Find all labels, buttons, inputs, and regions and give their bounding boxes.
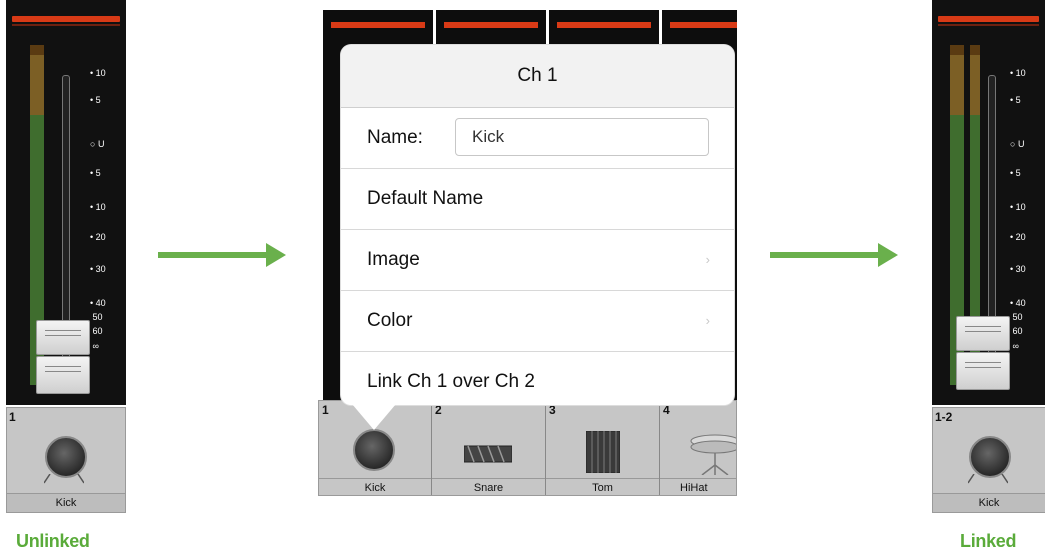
- color-menu-item[interactable]: Color ›: [341, 291, 734, 352]
- fader-handle[interactable]: [956, 316, 1010, 351]
- kick-drum-icon: [969, 436, 1011, 478]
- fader-handle[interactable]: [36, 320, 90, 355]
- channel-name: Kick: [933, 493, 1045, 512]
- channel-label-3[interactable]: 3 Tom: [546, 401, 660, 495]
- fader-scale: • 10 • 5 ○ U • 5 • 10 • 20 • 30 • 40 50 …: [1010, 68, 1026, 351]
- chevron-right-icon: ›: [705, 313, 710, 328]
- fader-handle-shadow: [956, 352, 1010, 390]
- channel-number: 1: [9, 410, 16, 424]
- name-label: Name:: [367, 127, 423, 148]
- caption-linked: Linked: [960, 531, 1017, 551]
- channel-label-box[interactable]: 1-2 Kick: [932, 407, 1045, 513]
- kick-drum-icon: [45, 436, 87, 478]
- caption-unlinked: Unlinked: [16, 531, 90, 551]
- chevron-right-icon: ›: [705, 252, 710, 267]
- channel-label-4[interactable]: 4 HiHat: [660, 401, 736, 495]
- right-channel-strip: • 10 • 5 ○ U • 5 • 10 • 20 • 30 • 40 50 …: [932, 0, 1045, 405]
- hihat-icon: [690, 434, 736, 475]
- popover-pointer: [352, 404, 396, 430]
- link-channel-button[interactable]: Link Ch 1 over Ch 2: [341, 352, 734, 405]
- arrow-right-icon: [770, 243, 898, 267]
- name-row: Name: Kick: [341, 108, 734, 169]
- left-channel-strip: • 10 • 5 ○ U • 5 • 10 • 20 • 30 • 40 50 …: [6, 0, 126, 405]
- channel-name: Kick: [7, 493, 125, 512]
- channel-label-box[interactable]: 1 Kick: [6, 407, 126, 513]
- snare-drum-icon: [464, 445, 512, 463]
- channel-settings-popover: Ch 1 Name: Kick Default Name Image › Col…: [341, 45, 734, 405]
- arrow-right-icon: [158, 243, 286, 267]
- drum-legs-icon: [968, 474, 1008, 484]
- name-input[interactable]: Kick: [455, 118, 709, 156]
- channel-label-2[interactable]: 2 Snare: [432, 401, 546, 495]
- tom-drum-icon: [586, 431, 620, 473]
- fader-handle-shadow: [36, 356, 90, 394]
- fader-scale: • 10 • 5 ○ U • 5 • 10 • 20 • 30 • 40 50 …: [90, 68, 106, 351]
- kick-drum-icon: [353, 429, 395, 471]
- drum-legs-icon: [44, 474, 84, 484]
- channel-number: 1-2: [935, 410, 953, 424]
- image-menu-item[interactable]: Image ›: [341, 230, 734, 291]
- default-name-button[interactable]: Default Name: [341, 169, 734, 230]
- popover-title: Ch 1: [341, 45, 734, 108]
